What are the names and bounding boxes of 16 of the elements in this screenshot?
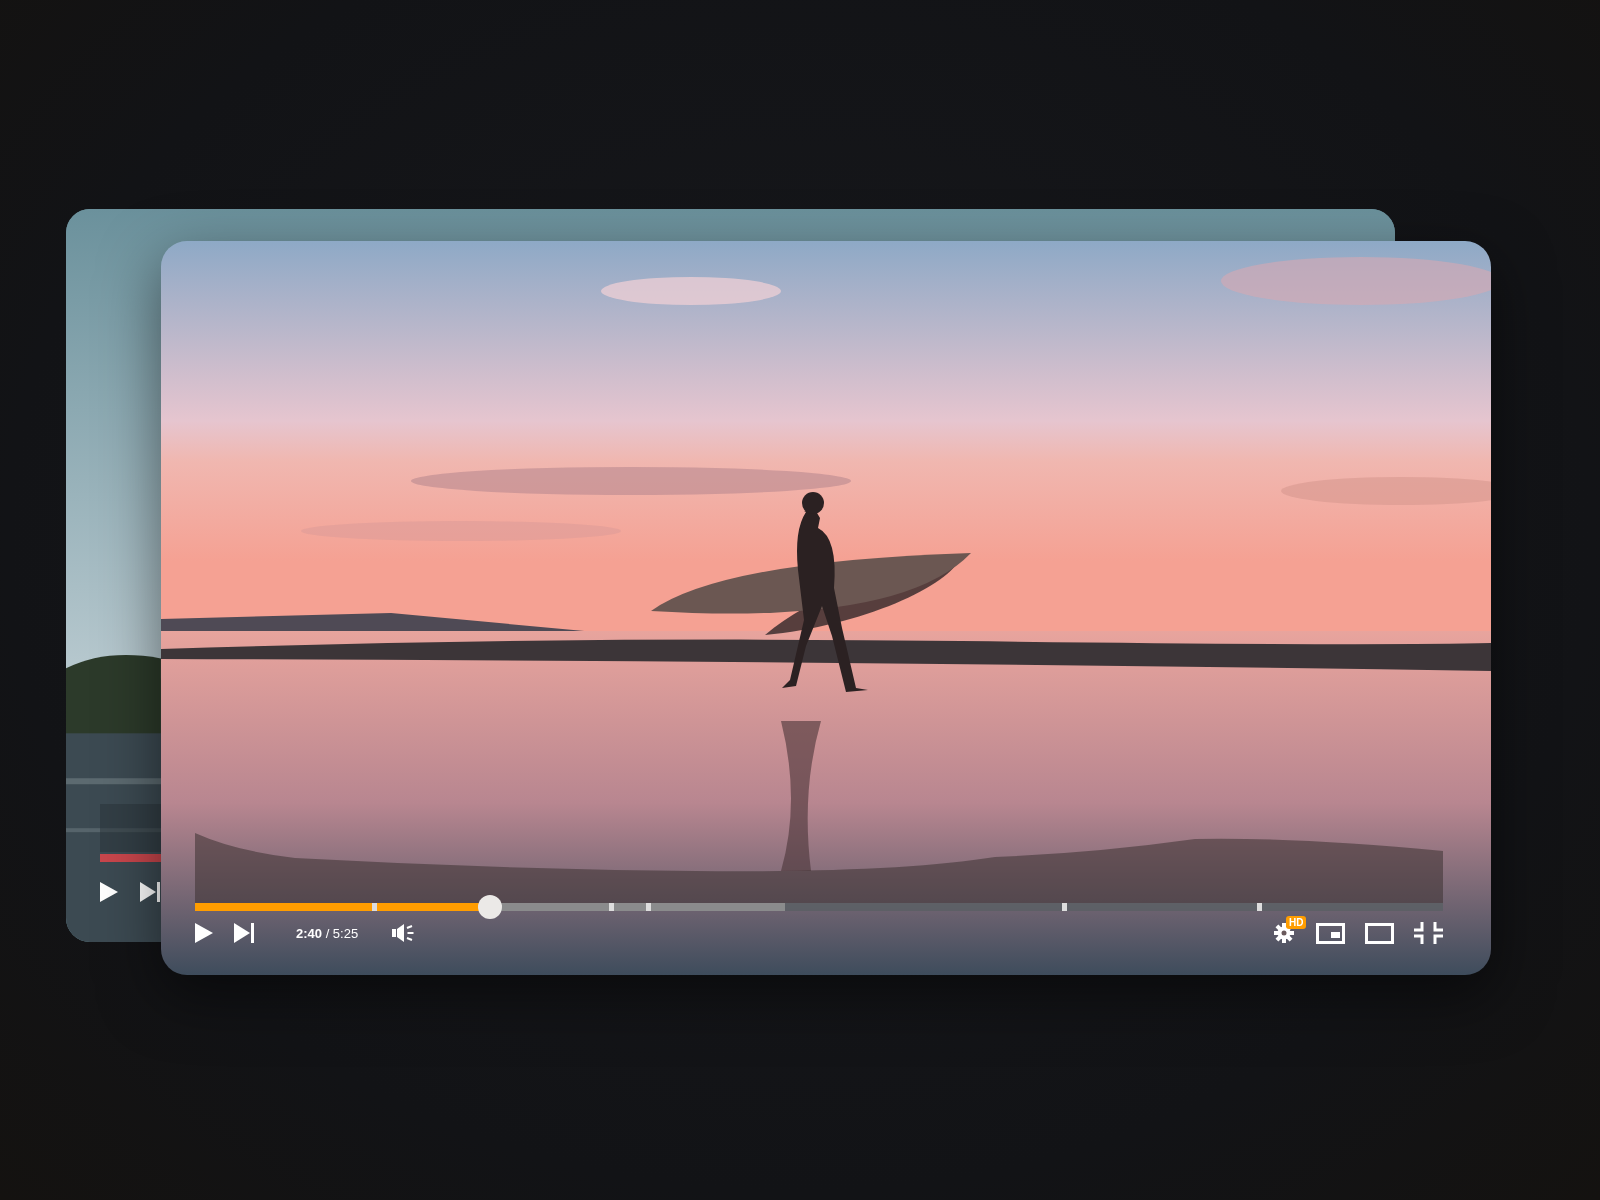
speaker-icon[interactable] (392, 923, 417, 943)
hd-badge: HD (1286, 916, 1307, 929)
exit-fullscreen-icon[interactable] (1414, 922, 1443, 944)
chapter-marker (1257, 903, 1263, 911)
time-display: 2:40 / 5:25 (296, 925, 359, 941)
skip-next-icon[interactable] (234, 923, 255, 943)
chapter-marker (1062, 903, 1068, 911)
heatmap-graph (100, 804, 161, 852)
miniplayer-icon[interactable] (1316, 922, 1345, 944)
chapter-marker (645, 903, 651, 911)
chapter-marker (372, 903, 378, 911)
theater-mode-icon[interactable] (1365, 922, 1394, 944)
skip-next-icon[interactable] (140, 882, 161, 902)
play-icon[interactable] (195, 923, 213, 943)
chapter-marker (609, 903, 615, 911)
play-icon[interactable] (100, 882, 118, 902)
